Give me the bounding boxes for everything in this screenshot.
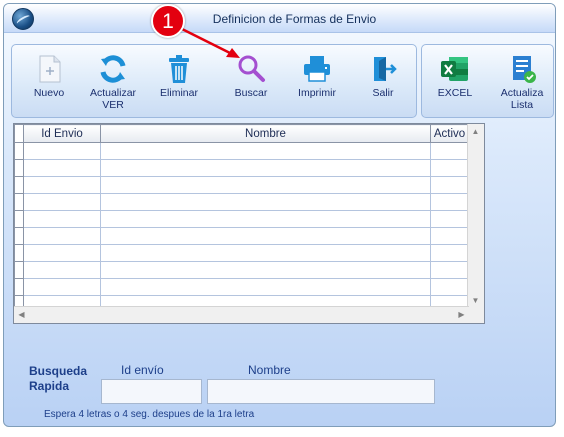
step-number-badge: 1	[151, 4, 185, 38]
annotation-arrow-icon	[179, 26, 240, 58]
